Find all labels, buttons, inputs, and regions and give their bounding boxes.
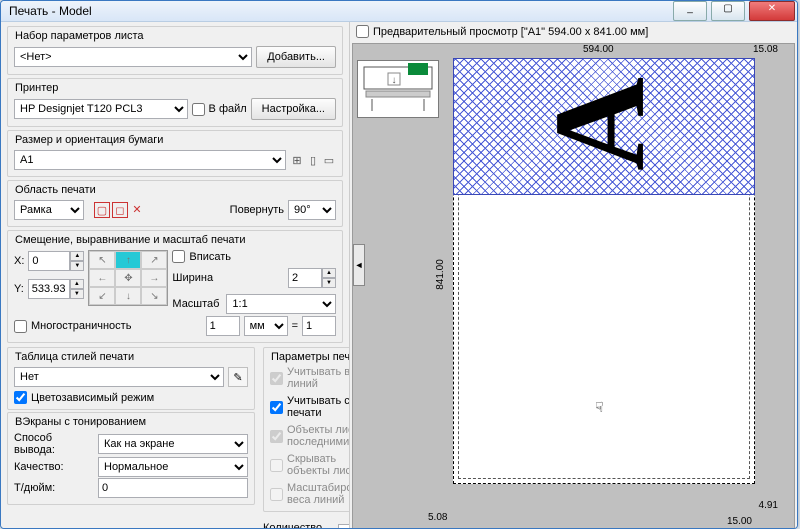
print-dialog: Печать - Model _ ▢ ✕ Набор параметров ли… bbox=[0, 0, 798, 529]
preview-area[interactable]: ↓ A 594.00 15.08 841.00 5.08 4.91 15.00 … bbox=[352, 43, 795, 529]
add-size-icon[interactable]: ⊞ bbox=[290, 153, 304, 167]
sample-glyph: A bbox=[525, 77, 675, 171]
dim-width: 594.00 bbox=[583, 44, 614, 55]
landscape-icon[interactable]: ▭ bbox=[322, 153, 336, 167]
quality-label: Качество: bbox=[14, 461, 94, 473]
shade-legend: ВЭкраны с тонированием bbox=[12, 416, 149, 428]
mm-unit-select[interactable]: мм bbox=[244, 316, 288, 336]
dpi-label: Т/дюйм: bbox=[14, 482, 94, 494]
dim-margin-top: 15.08 bbox=[753, 44, 778, 55]
offset-legend: Смещение, выравнивание и масштаб печати bbox=[12, 234, 249, 246]
paper-group: Размер и ориентация бумаги A1 ⊞ ▯ ▭ bbox=[7, 130, 343, 177]
frame-icon-1[interactable]: ▢ bbox=[94, 202, 110, 218]
collapse-arrow[interactable]: ◄ bbox=[353, 244, 365, 286]
y-down[interactable]: ▼ bbox=[70, 289, 84, 299]
portrait-icon[interactable]: ▯ bbox=[306, 153, 320, 167]
shade-group: ВЭкраны с тонированием Способ вывода:Как… bbox=[7, 412, 255, 505]
rotate-select[interactable]: 90° bbox=[288, 200, 336, 220]
x-down[interactable]: ▼ bbox=[70, 261, 84, 271]
y-label: Y: bbox=[14, 283, 24, 295]
rotate-label: Повернуть bbox=[230, 204, 284, 216]
scale-label: Масштаб bbox=[172, 298, 222, 310]
plotter-icon: ↓ bbox=[357, 60, 439, 118]
printer-legend: Принтер bbox=[12, 82, 61, 94]
maximize-button[interactable]: ▢ bbox=[711, 1, 745, 21]
printer-select[interactable]: HP Designjet T120 PCL3 bbox=[14, 99, 188, 119]
sheet-params-select[interactable]: <Нет> bbox=[14, 47, 252, 67]
window-title: Печать - Model bbox=[9, 4, 671, 18]
frame-icon-2[interactable]: ◻ bbox=[112, 202, 128, 218]
x-label: X: bbox=[14, 255, 24, 267]
dim-margin-right: 4.91 bbox=[759, 500, 778, 511]
style-table-select[interactable]: Нет bbox=[14, 367, 224, 387]
frame-icon-3[interactable]: ✕ bbox=[130, 202, 144, 216]
cursor-icon: ☟ bbox=[595, 399, 604, 416]
x-up[interactable]: ▲ bbox=[70, 251, 84, 261]
copies-label: Количество копий: bbox=[263, 522, 334, 529]
equals-label: = bbox=[292, 320, 298, 332]
titlebar: Печать - Model _ ▢ ✕ bbox=[1, 1, 797, 22]
scale-select[interactable]: 1:1 bbox=[226, 294, 336, 314]
output-mode-label: Способ вывода: bbox=[14, 432, 94, 456]
mm-input-1[interactable] bbox=[206, 316, 240, 336]
styles-group: Таблица стилей печати Нет ✎ Цветозависим… bbox=[7, 347, 255, 410]
right-panel: Предварительный просмотр ["A1" 594.00 x … bbox=[349, 22, 797, 529]
y-up[interactable]: ▲ bbox=[70, 279, 84, 289]
paper-legend: Размер и ориентация бумаги bbox=[12, 134, 166, 146]
dim-margin-left: 5.08 bbox=[428, 512, 447, 523]
preview-header: Предварительный просмотр ["A1" 594.00 x … bbox=[350, 22, 797, 41]
offset-group: Смещение, выравнивание и масштаб печати … bbox=[7, 230, 343, 343]
y-input[interactable] bbox=[28, 279, 70, 299]
sheet-params-group: Набор параметров листа <Нет> Добавить... bbox=[7, 26, 343, 75]
width-label: Ширина bbox=[172, 272, 222, 284]
color-dependent-checkbox[interactable]: Цветозависимый режим bbox=[14, 391, 248, 404]
dim-height: 841.00 bbox=[435, 259, 446, 290]
mm-input-2[interactable] bbox=[302, 316, 336, 336]
printer-group: Принтер HP Designjet T120 PCL3 В файл На… bbox=[7, 78, 343, 127]
dialog-body: Набор параметров листа <Нет> Добавить...… bbox=[1, 22, 797, 529]
x-input[interactable] bbox=[28, 251, 70, 271]
preview-checkbox[interactable]: Предварительный просмотр ["A1" 594.00 x … bbox=[356, 25, 648, 38]
left-panel: Набор параметров листа <Нет> Добавить...… bbox=[1, 22, 349, 529]
print-area-select[interactable]: Рамка bbox=[14, 200, 84, 220]
dpi-input[interactable] bbox=[98, 478, 248, 498]
minimize-button[interactable]: _ bbox=[673, 1, 707, 21]
width-input[interactable] bbox=[288, 268, 322, 288]
sheet-params-legend: Набор параметров листа bbox=[12, 30, 147, 42]
fit-checkbox[interactable]: Вписать bbox=[172, 250, 336, 263]
style-edit-icon[interactable]: ✎ bbox=[228, 367, 248, 387]
print-area-legend: Область печати bbox=[12, 184, 99, 196]
dim-margin-bottom: 15.00 bbox=[727, 516, 752, 527]
print-area-group: Область печати Рамка ▢ ◻ ✕ Повернуть 90° bbox=[7, 180, 343, 227]
multipage-checkbox[interactable]: Многостраничность bbox=[14, 320, 131, 333]
printer-settings-button[interactable]: Настройка... bbox=[251, 98, 336, 120]
paper-size-select[interactable]: A1 bbox=[14, 150, 286, 170]
close-button[interactable]: ✕ bbox=[749, 1, 795, 21]
output-mode-select[interactable]: Как на экране bbox=[98, 434, 248, 454]
svg-text:↓: ↓ bbox=[392, 75, 397, 86]
add-sheet-button[interactable]: Добавить... bbox=[256, 46, 336, 68]
quality-select[interactable]: Нормальное bbox=[98, 457, 248, 477]
to-file-checkbox[interactable]: В файл bbox=[192, 103, 247, 116]
alignment-grid[interactable]: ↖↑↗ ←✥→ ↙↓↘ bbox=[88, 250, 168, 306]
styles-legend: Таблица стилей печати bbox=[12, 351, 137, 363]
